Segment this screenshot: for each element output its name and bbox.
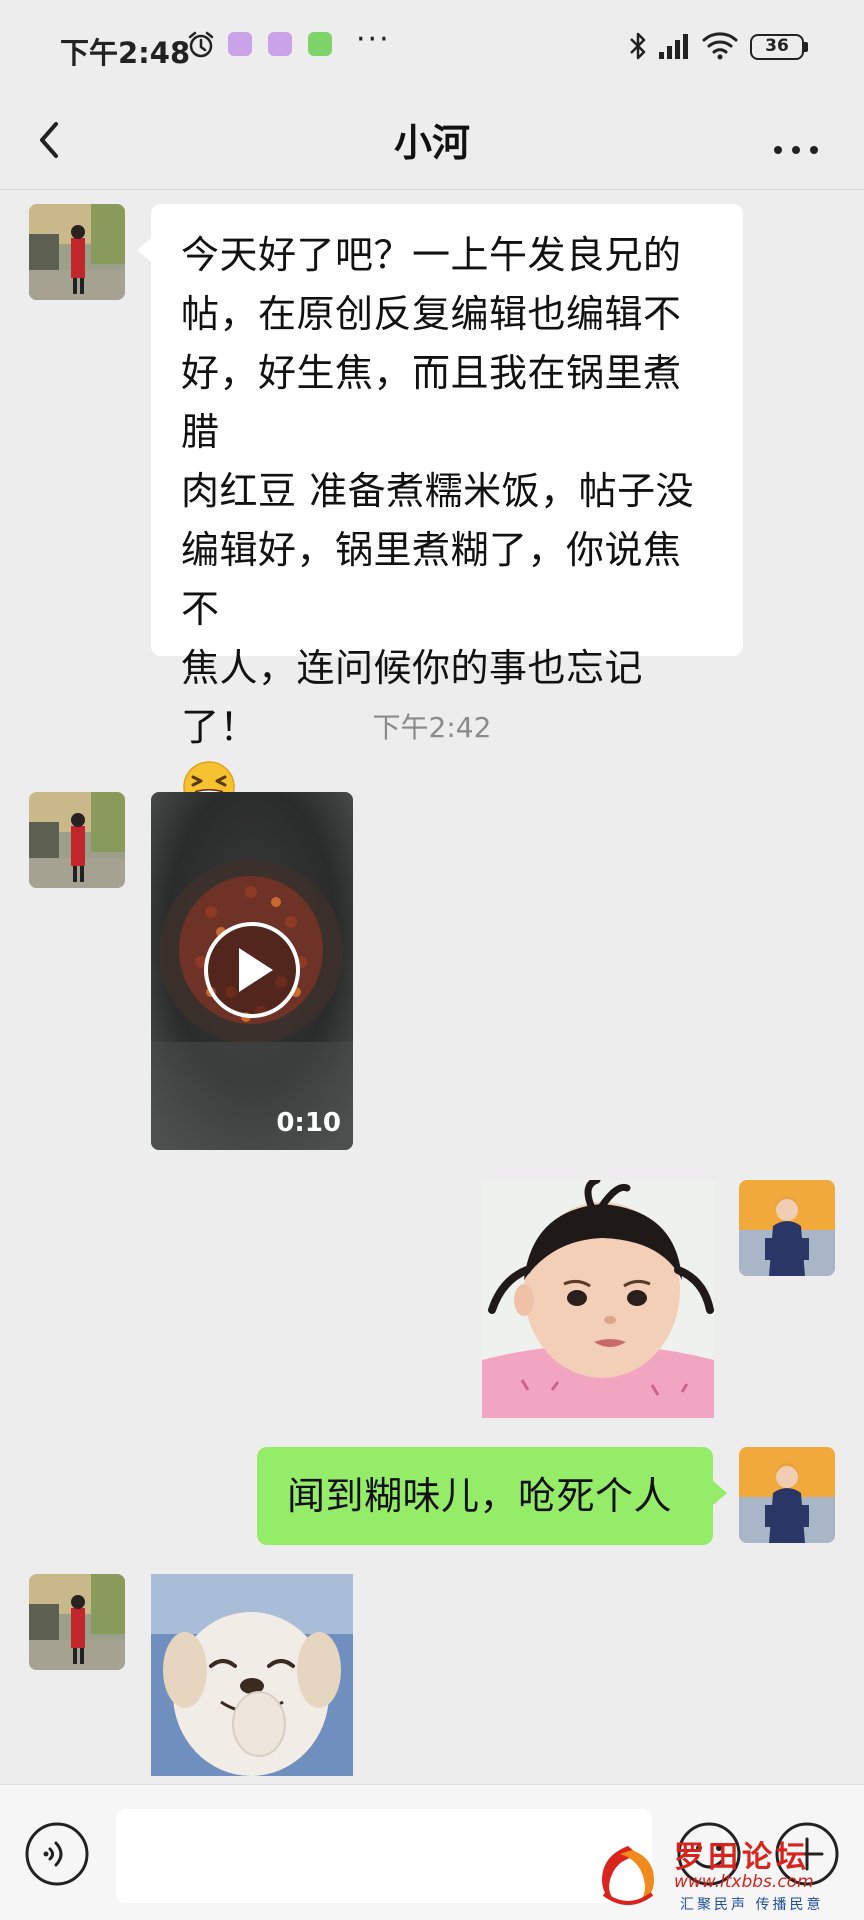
message-text-line: 肉红豆 准备煮糯米饭，帖子没 [181,469,695,513]
message-text-line: 帖，在原创反复编辑也编辑不 [181,292,682,336]
contact-avatar[interactable] [29,204,125,300]
wechat-notification-icon [308,32,332,56]
more-notifications-icon: ··· [356,22,391,57]
message-input[interactable] [116,1809,652,1903]
status-time: 下午2:48 [60,36,191,70]
battery-cap [804,42,808,52]
girl-pigtails-sticker[interactable] [482,1180,714,1418]
time-divider: 下午2:42 [372,711,492,744]
app-notification-icon [268,32,292,56]
video-duration: 0:10 [276,1108,341,1138]
alarm-icon [186,30,216,64]
battery-indicator: 36 [750,34,804,60]
watermark-slogan: 汇聚民声 传播民意 [680,1897,824,1913]
voice-input-button[interactable] [24,1821,90,1887]
outgoing-message-bubble[interactable]: 闻到糊味儿，呛死个人 [257,1447,727,1545]
incoming-message-bubble[interactable]: 今天好了吧？一上午发良兄的 帖，在原创反复编辑也编辑不 好，好生焦，而且我在锅里… [137,204,743,813]
voice-icon [25,1822,89,1886]
status-bar: 下午2:48 ··· 36 [0,0,864,92]
bluetooth-icon [628,30,648,66]
message-text: 闻到糊味儿，呛死个人 [287,1474,673,1518]
chat-title: 小河 [393,121,470,165]
message-text-line: 编辑好，锅里煮糊了，你说焦不 [181,528,682,631]
forum-watermark: 罗田论坛 www.ltxbbs.com 汇聚民声 传播民意 [584,1832,854,1916]
ellipsis-icon [774,146,818,154]
forum-logo-icon [602,1846,654,1905]
app-notification-icon [228,32,252,56]
video-message[interactable]: 0:10 [151,792,353,1150]
contact-avatar[interactable] [29,1574,125,1670]
wifi-icon [702,30,738,64]
video-thumbnail [151,792,353,1150]
signal-icon [658,32,692,64]
watermark-url: www.ltxbbs.com [674,1872,814,1892]
message-text-line: 好，好生焦，而且我在锅里煮腊 [181,351,682,454]
my-avatar[interactable] [739,1180,835,1276]
my-avatar[interactable] [739,1447,835,1543]
laughing-puppy-sticker[interactable] [151,1574,353,1776]
chat-header: 小河 [0,92,864,190]
contact-avatar[interactable] [29,792,125,888]
more-options-button[interactable] [766,112,826,168]
message-text-line: 今天好了吧？一上午发良兄的 [181,233,682,277]
watermark-title: 罗田论坛 [674,1840,810,1875]
